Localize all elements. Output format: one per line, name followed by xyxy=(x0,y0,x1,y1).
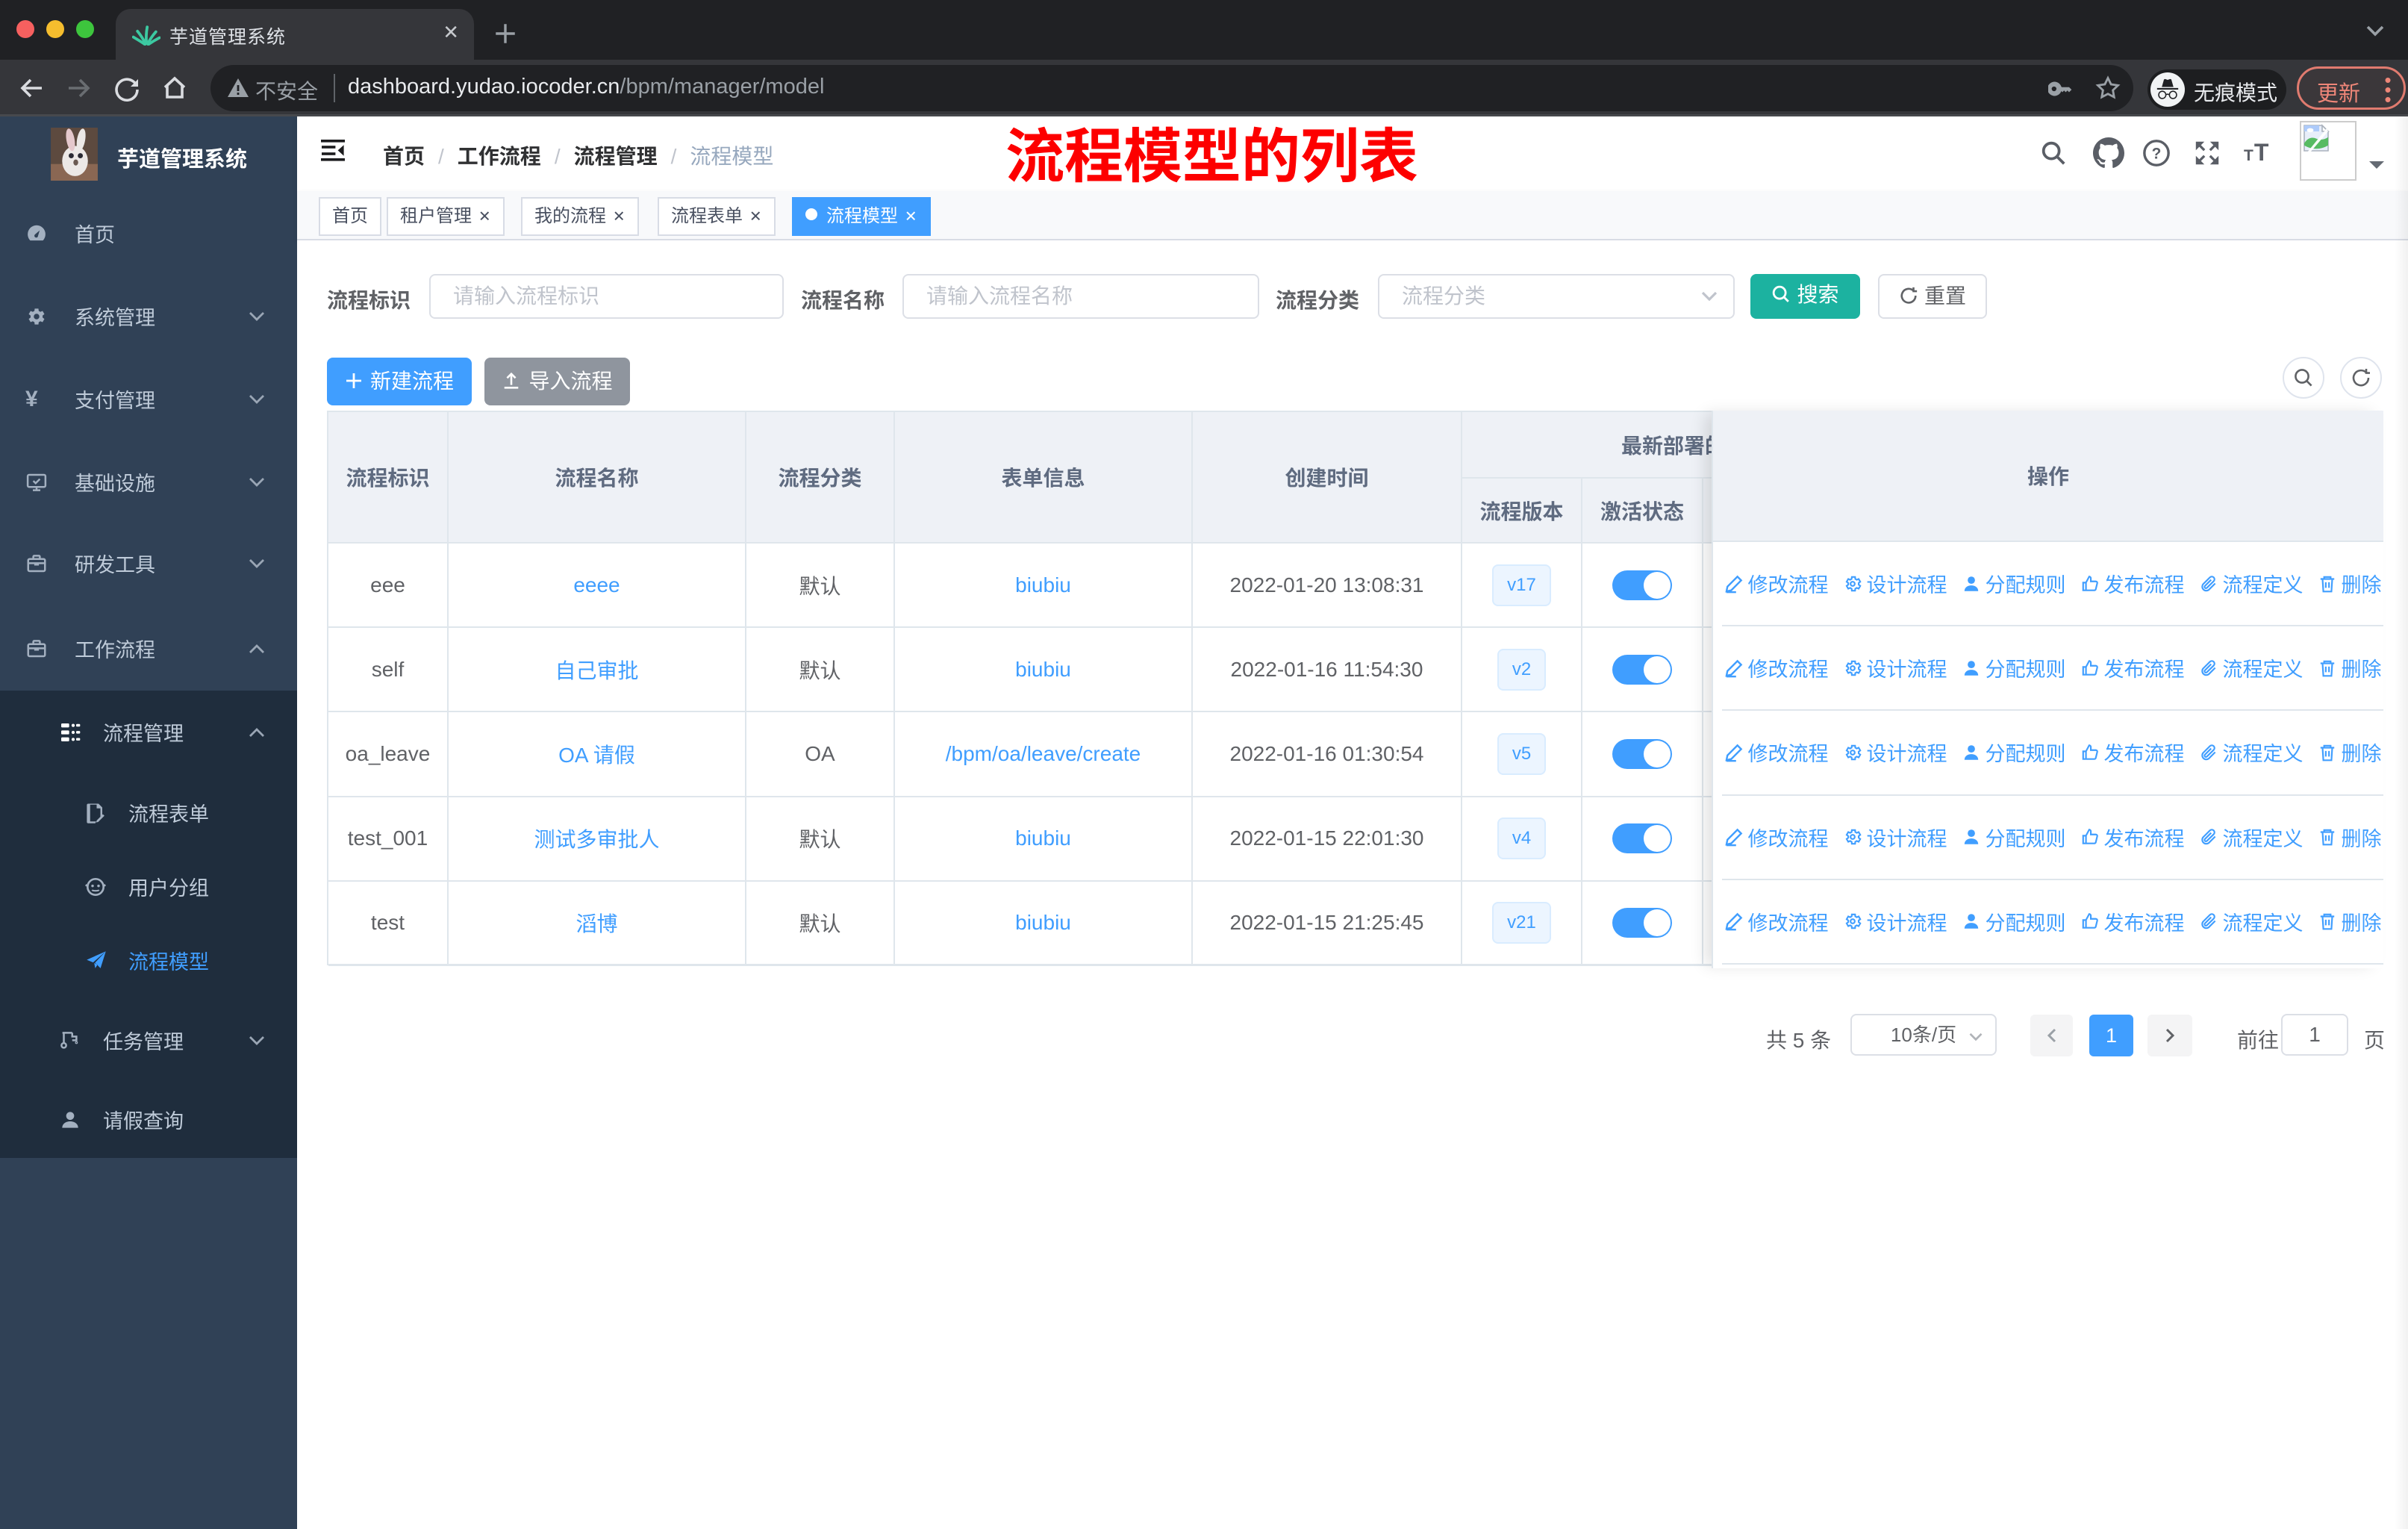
svg-text:?: ? xyxy=(2152,146,2162,163)
